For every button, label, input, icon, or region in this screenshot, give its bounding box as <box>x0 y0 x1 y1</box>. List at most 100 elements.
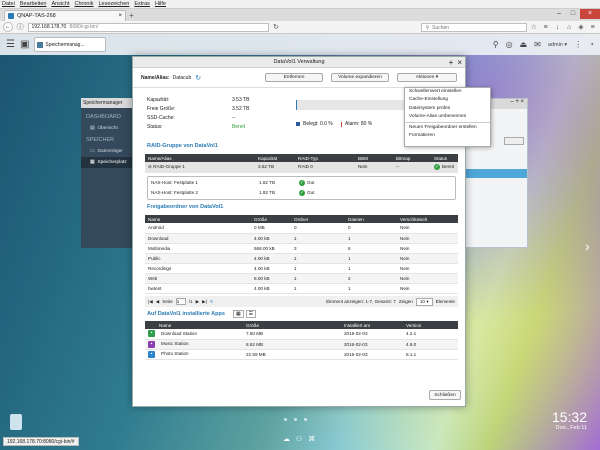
share-name: Android <box>145 223 251 234</box>
reader-icon[interactable]: ≡ <box>541 24 550 31</box>
last-page-icon[interactable]: ▶| <box>202 299 207 305</box>
disk-capacity: 1.82 TB <box>259 190 276 195</box>
next-page-icon[interactable]: ▶ <box>196 299 200 305</box>
list-view-icon[interactable]: ☰ <box>245 310 257 318</box>
refresh-icon[interactable]: ↻ <box>210 299 214 305</box>
actions-button[interactable]: Aktionen ▾ <box>397 73 457 82</box>
main-menu-icon[interactable]: ☰ <box>6 39 15 50</box>
app-version: 5.1.1 <box>403 349 458 360</box>
cloud-icon[interactable]: ☁ <box>283 435 290 443</box>
show-desktop-icon[interactable]: ▣ <box>20 39 29 50</box>
menubar-item[interactable]: Hilfe <box>155 1 166 7</box>
share-row[interactable]: Recordings 4.00 kB 1 1 Nein <box>145 263 458 274</box>
reload-icon[interactable]: ↻ <box>272 23 281 31</box>
network-icon[interactable]: ⌘ <box>308 435 315 443</box>
disk-row[interactable]: NAS-Host: Festplatte 1 1.82 TB ✓ Gut <box>148 178 455 188</box>
app-installed: 2016-02-03 <box>341 339 403 350</box>
share-row[interactable]: Android 0 MB 0 0 Nein <box>145 223 458 234</box>
more-icon[interactable]: ⋮ <box>574 40 582 49</box>
user-menu[interactable]: admin ▾ <box>548 42 567 48</box>
share-row[interactable]: Web 8.00 kB 1 2 Nein <box>145 273 458 284</box>
page-dot[interactable] <box>304 418 307 421</box>
share-row[interactable]: Download 4.00 kB 1 1 Nein <box>145 233 458 244</box>
maximize-icon[interactable]: □ <box>566 9 580 19</box>
back-icon[interactable]: ← <box>3 22 13 32</box>
new-tab-icon[interactable]: + <box>129 11 134 21</box>
background-tasks-icon[interactable]: ◎ <box>506 40 513 49</box>
notification-icon[interactable]: ✉ <box>534 40 541 49</box>
app-row[interactable]: ▪ Download Station 7.50 MB 2016-02-03 4.2.1 <box>145 329 458 340</box>
menubar-item[interactable]: Ansicht <box>51 1 69 7</box>
share-size: 0 MB <box>251 223 291 234</box>
sidebar-item-overview[interactable]: ▤ Übersicht <box>81 123 134 134</box>
raid-section-title: RAID-Gruppe von DataVol1 <box>147 143 218 149</box>
close-window-icon[interactable]: × <box>580 9 600 19</box>
menubar-item[interactable]: Bearbeiten <box>20 1 47 7</box>
sidebar-item-disks[interactable]: ▭ Datenträger <box>81 146 134 157</box>
edit-alias-icon[interactable]: ↻ <box>195 74 201 82</box>
expand-volume-button[interactable]: Volume expandieren <box>331 73 389 82</box>
external-device-icon[interactable]: ⏏ <box>520 40 528 49</box>
menubar-item[interactable]: Lesezeichen <box>98 1 129 7</box>
remove-button[interactable]: Entfernen <box>265 73 323 82</box>
apps-header-row: Name Größe Installiert am Version <box>145 321 458 329</box>
page-dot[interactable] <box>294 418 297 421</box>
hamburger-menu-icon[interactable]: ≡ <box>588 24 597 31</box>
menubar-item[interactable]: Chronik <box>75 1 94 7</box>
users-icon[interactable]: ⚇ <box>296 435 302 443</box>
prev-page-icon[interactable]: ◀ <box>156 299 160 305</box>
search-input[interactable]: ⚲ Suchen <box>421 22 527 32</box>
next-page-chevron-icon[interactable]: › <box>585 238 590 254</box>
close-button[interactable]: Schließen <box>429 390 461 400</box>
search-icon[interactable]: ⚲ <box>493 40 499 49</box>
app-row[interactable]: ▪ Music Station 8.62 MB 2016-02-03 4.8.0 <box>145 339 458 350</box>
app-row[interactable]: ▪ Photo Station 22.59 MB 2016-02-03 5.1.1 <box>145 349 458 360</box>
browser-status-url: 192.168.178.70:8080/cgi-bin/# <box>3 437 79 446</box>
menu-item-threshold[interactable]: Schwellenwert einstellen <box>405 88 490 96</box>
share-row[interactable]: Public 4.00 kB 1 1 Nein <box>145 253 458 264</box>
menubar-item[interactable]: Datei <box>2 1 15 7</box>
page-number-input[interactable] <box>175 298 186 305</box>
first-page-icon[interactable]: |◀ <box>148 299 153 305</box>
info-icon[interactable]: ⓘ <box>16 22 25 32</box>
qts-app-tab[interactable]: Speichermanag... <box>34 37 107 52</box>
download-icon[interactable]: ↓ <box>553 24 562 31</box>
share-row[interactable]: Multimedia 568.00 kB 3 6 Nein <box>145 243 458 254</box>
home-icon[interactable]: ⌂ <box>565 24 574 31</box>
address-bar[interactable]: 192.168.178.70:8080/cgi-bin/ <box>27 22 269 32</box>
menu-item-cache-setting[interactable]: Cache-Einstellung <box>405 96 490 104</box>
raid-table: Name/Alias Kapazität RAID-Typ BBM Bitmap Stat… <box>145 154 458 203</box>
per-page-select[interactable]: 10 ▾ <box>415 297 433 306</box>
bg-button[interactable] <box>504 137 524 145</box>
menu-item-check-filesystem[interactable]: Dateisystem prüfen <box>405 105 490 113</box>
menu-divider <box>405 122 490 124</box>
menu-item-new-share[interactable]: Neuen Freigabeordner erstellen <box>405 124 490 132</box>
share-row[interactable]: hwtest 4.00 kB 1 1 Nein <box>145 283 458 294</box>
pocket-icon[interactable]: ◈ <box>577 23 586 31</box>
grid-view-icon[interactable]: ▦ <box>232 310 244 318</box>
app-size: 7.50 MB <box>243 329 341 340</box>
dashboard-icon[interactable]: ◔ <box>589 40 594 49</box>
minimize-icon[interactable]: – <box>552 9 566 19</box>
app-version: 4.8.0 <box>403 339 458 350</box>
col-name: Name <box>145 215 251 223</box>
close-tab-icon[interactable]: × <box>118 13 122 19</box>
maximize-dialog-icon[interactable]: + <box>449 57 454 68</box>
star-icon[interactable]: ☆ <box>530 23 539 31</box>
raid-name-text: RAID-Gruppe 1 <box>153 163 185 169</box>
sidebar-item-label: Übersicht <box>97 126 118 131</box>
menu-item-rename-alias[interactable]: Volume-Alias umbenennen <box>405 113 490 121</box>
share-name: Download <box>145 233 251 244</box>
raid-group-row[interactable]: ⊖ RAID-Gruppe 1 3.62 TB RAID 0 Nein -- ✓ Berei… <box>145 162 458 173</box>
desktop-page-dots[interactable] <box>284 418 307 421</box>
shares-section-title: Freigabeordner von DataVol1 <box>147 204 224 210</box>
disk-row[interactable]: NAS-Host: Festplatte 2 1.82 TB ✓ Gut <box>148 188 455 198</box>
recycle-bin-icon[interactable] <box>10 414 22 430</box>
close-dialog-icon[interactable]: × <box>457 57 462 68</box>
browser-tab[interactable]: QNAP-TAS-268 × <box>4 10 126 21</box>
sidebar-item-storage-space[interactable]: ▦ Speicherplatz <box>81 157 134 168</box>
menu-item-format[interactable]: Formatieren <box>405 132 490 140</box>
menubar-item[interactable]: Extras <box>134 1 150 7</box>
page-dot[interactable] <box>284 418 287 421</box>
share-files: 2 <box>345 273 397 284</box>
